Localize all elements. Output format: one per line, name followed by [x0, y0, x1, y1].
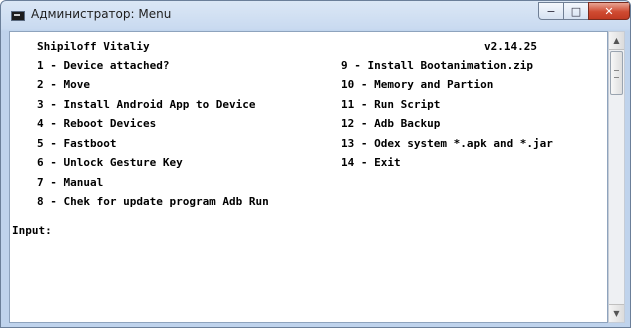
menu-item-5: 5 - Fastboot — [37, 137, 117, 150]
menu-item-7: 7 - Manual — [37, 176, 104, 189]
menu-item-12: 12 - Adb Backup — [341, 117, 441, 130]
scrollbar-thumb[interactable] — [610, 51, 623, 95]
menu-item-2: 2 - Move — [37, 78, 90, 91]
maximize-button[interactable]: □ — [563, 2, 589, 20]
close-button[interactable]: ✕ — [588, 2, 630, 20]
vertical-scrollbar[interactable]: ▲ ▼ — [608, 31, 625, 323]
menu-item-13: 13 - Odex system *.apk and *.jar — [341, 137, 553, 150]
version-label: v2.14.25 — [484, 40, 537, 53]
menu-item-8: 8 - Chek for update program Adb Run — [37, 195, 269, 208]
title-bar[interactable]: Администратор: Menu − □ ✕ — [1, 1, 630, 31]
down-arrow-icon[interactable]: ▼ — [609, 304, 624, 322]
minimize-button[interactable]: − — [538, 2, 564, 20]
menu-item-1: 1 - Device attached? — [37, 59, 170, 72]
menu-item-10: 10 - Memory and Partion — [341, 78, 494, 91]
menu-item-14: 14 - Exit — [341, 156, 401, 169]
menu-item-4: 4 - Reboot Devices — [37, 117, 157, 130]
author-name: Shipiloff Vitaliy — [37, 40, 150, 53]
menu-item-6: 6 - Unlock Gesture Key — [37, 156, 183, 169]
up-arrow-icon[interactable]: ▲ — [609, 32, 624, 50]
input-prompt[interactable]: Input: — [12, 224, 52, 237]
window-title: Администратор: Menu — [31, 7, 172, 21]
console-window: Администратор: Menu − □ ✕ Shipiloff Vita… — [0, 0, 631, 328]
console-output[interactable]: Shipiloff Vitaliy v2.14.25 1 - Device at… — [9, 31, 608, 323]
console-window-icon — [11, 11, 25, 21]
menu-item-11: 11 - Run Script — [341, 98, 441, 111]
menu-item-3: 3 - Install Android App to Device — [37, 98, 256, 111]
menu-item-9: 9 - Install Bootanimation.zip — [341, 59, 534, 72]
